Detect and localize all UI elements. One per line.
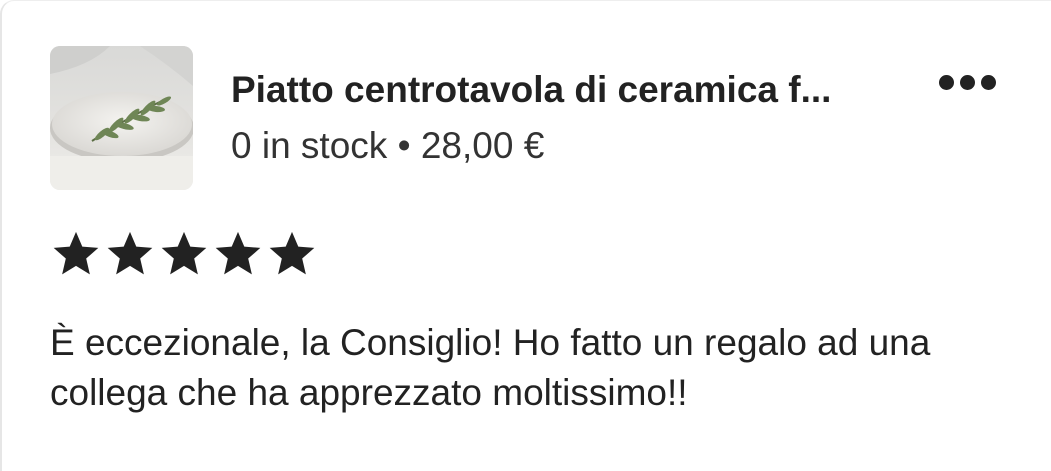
review-card: Piatto centrotavola di ceramica f... 0 i… <box>0 0 1051 471</box>
star-icon <box>53 231 99 275</box>
review-text: È eccezionale, la Consiglio! Ho fatto un… <box>50 322 931 413</box>
listing-price: 28,00 € <box>420 125 545 166</box>
star-icon <box>215 231 261 275</box>
meta-separator: • <box>397 125 411 166</box>
more-horizontal-icon <box>980 74 996 90</box>
stock-status: 0 in stock <box>231 125 388 166</box>
plate-image <box>50 46 193 190</box>
more-options-button[interactable] <box>930 60 1004 104</box>
star-rating <box>50 228 318 280</box>
listing-thumbnail[interactable] <box>50 46 193 190</box>
more-horizontal-icon <box>959 74 975 90</box>
star-icon <box>269 231 315 275</box>
star-icon <box>161 231 207 275</box>
listing-title[interactable]: Piatto centrotavola di ceramica f... <box>231 66 891 114</box>
star-icon <box>107 231 153 275</box>
listing-meta: 0 in stock • 28,00 € <box>231 122 544 170</box>
more-horizontal-icon <box>938 74 954 90</box>
